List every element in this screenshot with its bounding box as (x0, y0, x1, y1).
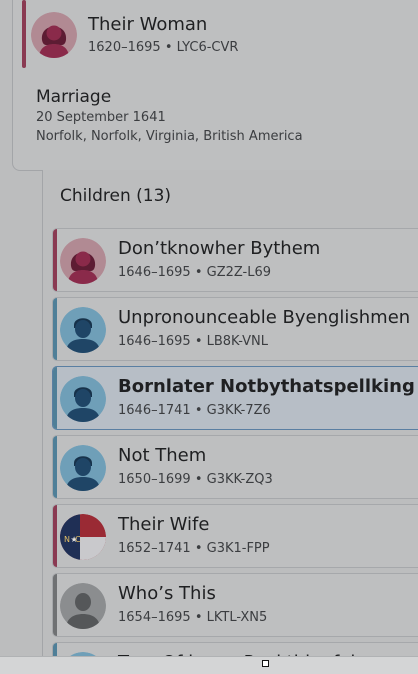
child-name[interactable]: Unpronounceable Byenglishmen (118, 307, 410, 328)
meta-separator: • (194, 334, 203, 349)
child-lifespan: 1652–1741 (118, 541, 191, 556)
spouse-person-card[interactable]: Their Woman 1620–1695 • LYC6-CVR (22, 0, 418, 68)
child-meta: 1646–1695 • LB8K-VNL (118, 334, 268, 349)
meta-separator: • (194, 472, 203, 487)
child-person-card[interactable]: Who’s This 1654–1695 • LKTL-XN5 (52, 573, 418, 637)
gender-bar-female (53, 505, 57, 567)
marriage-place: Norfolk, Norfolk, Virginia, British Amer… (36, 129, 303, 144)
child-pid[interactable]: G3K1-FPP (207, 541, 270, 556)
child-name[interactable]: Don’tknowher Bythem (118, 238, 320, 259)
gender-bar-male (53, 436, 57, 498)
children-header: Children (13) (60, 186, 172, 206)
svg-text:N: N (64, 535, 70, 544)
family-view: Their Woman 1620–1695 • LYC6-CVR Marriag… (0, 0, 418, 674)
child-person-card[interactable]: N ★ C Their Wife 1652–1741 • G3K1-FPP (52, 504, 418, 568)
meta-separator: • (194, 541, 203, 556)
spouse-name[interactable]: Their Woman (88, 14, 207, 35)
male-silhouette-icon (60, 376, 106, 422)
gender-bar-female (22, 0, 26, 68)
meta-separator: • (164, 40, 173, 55)
child-name[interactable]: Who’s This (118, 583, 216, 604)
meta-separator: • (194, 403, 203, 418)
marriage-date: 20 September 1641 (36, 110, 166, 125)
child-lifespan: 1646–1695 (118, 265, 191, 280)
child-pid[interactable]: GZ2Z-L69 (207, 265, 271, 280)
spouse-lifespan: 1620–1695 (88, 40, 161, 55)
spouse-meta: 1620–1695 • LYC6-CVR (88, 40, 238, 55)
child-pid[interactable]: LB8K-VNL (207, 334, 268, 349)
svg-text:C: C (75, 535, 81, 544)
child-person-card[interactable]: Bornlater Notbythatspellking Forp... 1646… (52, 366, 418, 430)
male-silhouette-icon (60, 445, 106, 491)
child-lifespan: 1646–1695 (118, 334, 191, 349)
female-silhouette-icon (31, 12, 77, 58)
gender-bar-male (53, 367, 57, 429)
marriage-label: Marriage (36, 87, 112, 107)
child-pid[interactable]: G3KK-7Z6 (207, 403, 271, 418)
child-meta: 1646–1741 • G3KK-7Z6 (118, 403, 271, 418)
child-lifespan: 1650–1699 (118, 472, 191, 487)
child-name[interactable]: Bornlater Notbythatspellking Forp... (118, 376, 418, 397)
female-silhouette-icon (60, 238, 106, 284)
child-pid[interactable]: G3KK-ZQ3 (207, 472, 273, 487)
child-person-card[interactable]: Not Them 1650–1699 • G3KK-ZQ3 (52, 435, 418, 499)
child-lifespan: 1654–1695 (118, 610, 191, 625)
child-name[interactable]: Their Wife (118, 514, 209, 535)
child-person-card[interactable]: Unpronounceable Byenglishmen 1646–1695 • … (52, 297, 418, 361)
bottom-bar (0, 656, 418, 674)
male-silhouette-icon (60, 307, 106, 353)
child-lifespan: 1646–1741 (118, 403, 191, 418)
meta-separator: • (194, 610, 203, 625)
child-meta: 1650–1699 • G3KK-ZQ3 (118, 472, 273, 487)
meta-separator: • (194, 265, 203, 280)
spouse-pid[interactable]: LYC6-CVR (177, 40, 239, 55)
child-meta: 1654–1695 • LKTL-XN5 (118, 610, 267, 625)
child-pid[interactable]: LKTL-XN5 (207, 610, 268, 625)
resize-handle[interactable] (262, 660, 269, 667)
child-meta: 1652–1741 • G3K1-FPP (118, 541, 270, 556)
gender-bar-female (53, 229, 57, 291)
child-meta: 1646–1695 • GZ2Z-L69 (118, 265, 271, 280)
gender-bar-unknown (53, 574, 57, 636)
child-person-card[interactable]: Don’tknowher Bythem 1646–1695 • GZ2Z-L69 (52, 228, 418, 292)
unknown-silhouette-icon (60, 583, 106, 629)
gender-bar-male (53, 298, 57, 360)
child-name[interactable]: Not Them (118, 445, 206, 466)
state-flag-photo-icon: N ★ C (60, 514, 106, 560)
